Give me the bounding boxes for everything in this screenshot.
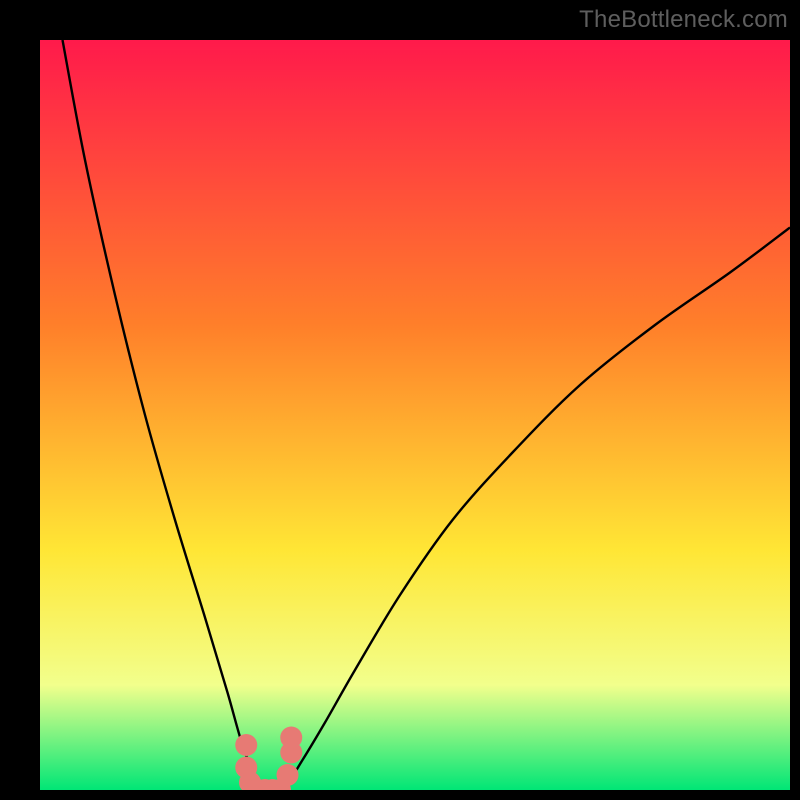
chart-frame: TheBottleneck.com [0, 0, 800, 800]
watermark-text: TheBottleneck.com [579, 6, 788, 34]
marker-dot [235, 734, 257, 756]
gradient-background [40, 40, 790, 790]
marker-dot [280, 727, 302, 749]
bottleneck-chart [40, 40, 790, 790]
marker-dot [277, 764, 299, 786]
